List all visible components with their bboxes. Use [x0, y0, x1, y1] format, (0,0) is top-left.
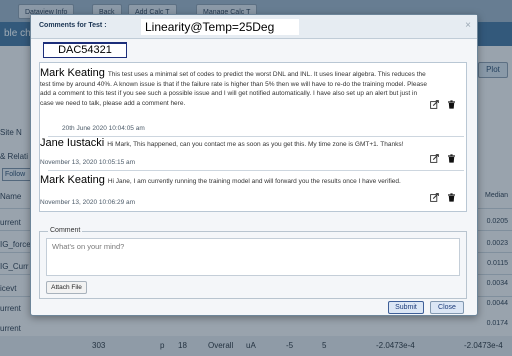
comment-thread: Mark Keating This test uses a minimal set… [39, 62, 467, 212]
edit-icon[interactable] [430, 96, 439, 109]
comment-timestamp: 20th June 2020 10:04:05 am [62, 125, 145, 132]
close-icon[interactable]: × [465, 21, 471, 31]
dialog-title: Comments for Test : [39, 22, 107, 29]
comment-author: Mark Keating [40, 67, 105, 79]
comment-text: Hi Mark, This happened, can you contact … [107, 141, 404, 148]
comment-text: Hi Jane, I am currently running the trai… [107, 178, 401, 185]
comment-divider [48, 136, 464, 137]
trash-icon[interactable] [447, 96, 456, 109]
dialog-header: Comments for Test : Linearity@Temp=25Deg… [31, 15, 477, 39]
device-tab[interactable]: DAC54321 [43, 42, 127, 58]
comment-divider [48, 170, 464, 171]
comment-timestamp: November 13, 2020 10:05:15 am [40, 159, 136, 166]
submit-button[interactable]: Submit [388, 301, 424, 314]
attach-file-button[interactable]: Attach File [46, 281, 87, 294]
trash-icon[interactable] [447, 150, 456, 163]
comment-input[interactable] [46, 238, 460, 276]
comment-legend: Comment [48, 227, 83, 234]
comment-author: Jane Iustacki [40, 137, 105, 149]
comment-author: Mark Keating [40, 174, 105, 186]
comment-body: Mark Keating Hi Jane, I am currently runn… [40, 174, 428, 187]
new-comment-fieldset: Comment Attach File [39, 227, 467, 299]
edit-icon[interactable] [430, 150, 439, 163]
comment-body: Mark Keating This test uses a minimal set… [40, 67, 428, 108]
comments-dialog: Comments for Test : Linearity@Temp=25Deg… [30, 14, 478, 316]
test-name-title: Linearity@Temp=25Deg [141, 19, 299, 35]
close-button[interactable]: Close [430, 301, 464, 314]
trash-icon[interactable] [447, 189, 456, 202]
edit-icon[interactable] [430, 189, 439, 202]
comment-timestamp: November 13, 2020 10:06:29 am [40, 199, 136, 206]
comment-body: Jane Iustacki Hi Mark, This happened, can… [40, 137, 428, 150]
